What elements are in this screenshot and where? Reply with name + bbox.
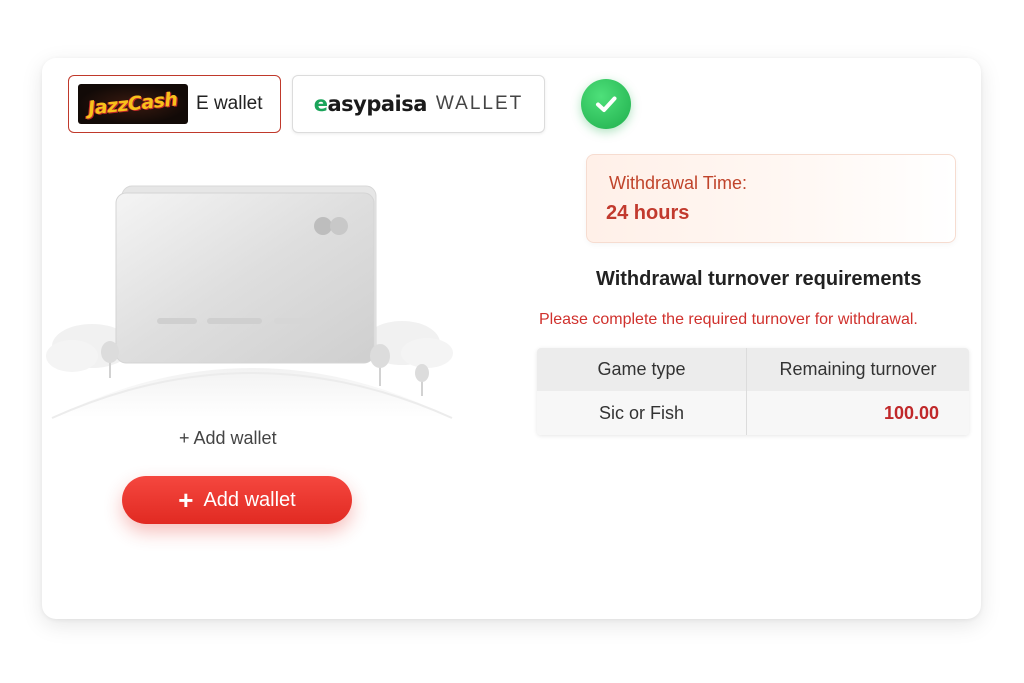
table-row: Sic or Fish 100.00 [537,391,969,435]
add-wallet-button-label: Add wallet [203,488,296,511]
easypaisa-logo: easypaisa [313,92,428,116]
jazzcash-logo: JazzCash [78,84,188,124]
table-header-row: Game type Remaining turnover [537,348,969,391]
column-header-remaining-turnover: Remaining turnover [779,359,937,379]
withdrawal-time-value: 24 hours [606,202,690,224]
turnover-requirements-note: Please complete the required turnover fo… [539,311,918,328]
turnover-requirements-title: Withdrawal turnover requirements [596,268,922,290]
withdrawal-time-box: Withdrawal Time: 24 hours [586,154,956,243]
add-wallet-link[interactable]: + Add wallet [179,428,277,449]
cell-remaining-turnover: 100.00 [883,402,939,423]
jazzcash-logo-text: JazzCash [87,88,179,120]
turnover-table: Game type Remaining turnover Sic or Fish… [537,348,969,435]
easypaisa-logo-e: e [313,92,328,116]
tab-easypaisa-wallet[interactable]: easypaisa WALLET [292,75,545,133]
tab-jazzcash-ewallet[interactable]: JazzCash E wallet [68,75,281,133]
empty-wallet-illustration [46,185,453,419]
easypaisa-logo-rest: asypaisa [327,92,427,116]
plus-icon: + [178,485,194,515]
withdrawal-card: JazzCash E wallet easypaisa WALLET + Add… [42,58,981,619]
add-wallet-button[interactable]: + Add wallet [122,476,352,524]
tab-easypaisa-label: WALLET [435,93,524,114]
check-icon [581,79,631,129]
withdrawal-time-label: Withdrawal Time: [609,173,748,193]
column-header-game-type: Game type [537,348,747,391]
tab-jazzcash-label: E wallet [196,93,263,114]
cell-game-type: Sic or Fish [537,391,747,435]
